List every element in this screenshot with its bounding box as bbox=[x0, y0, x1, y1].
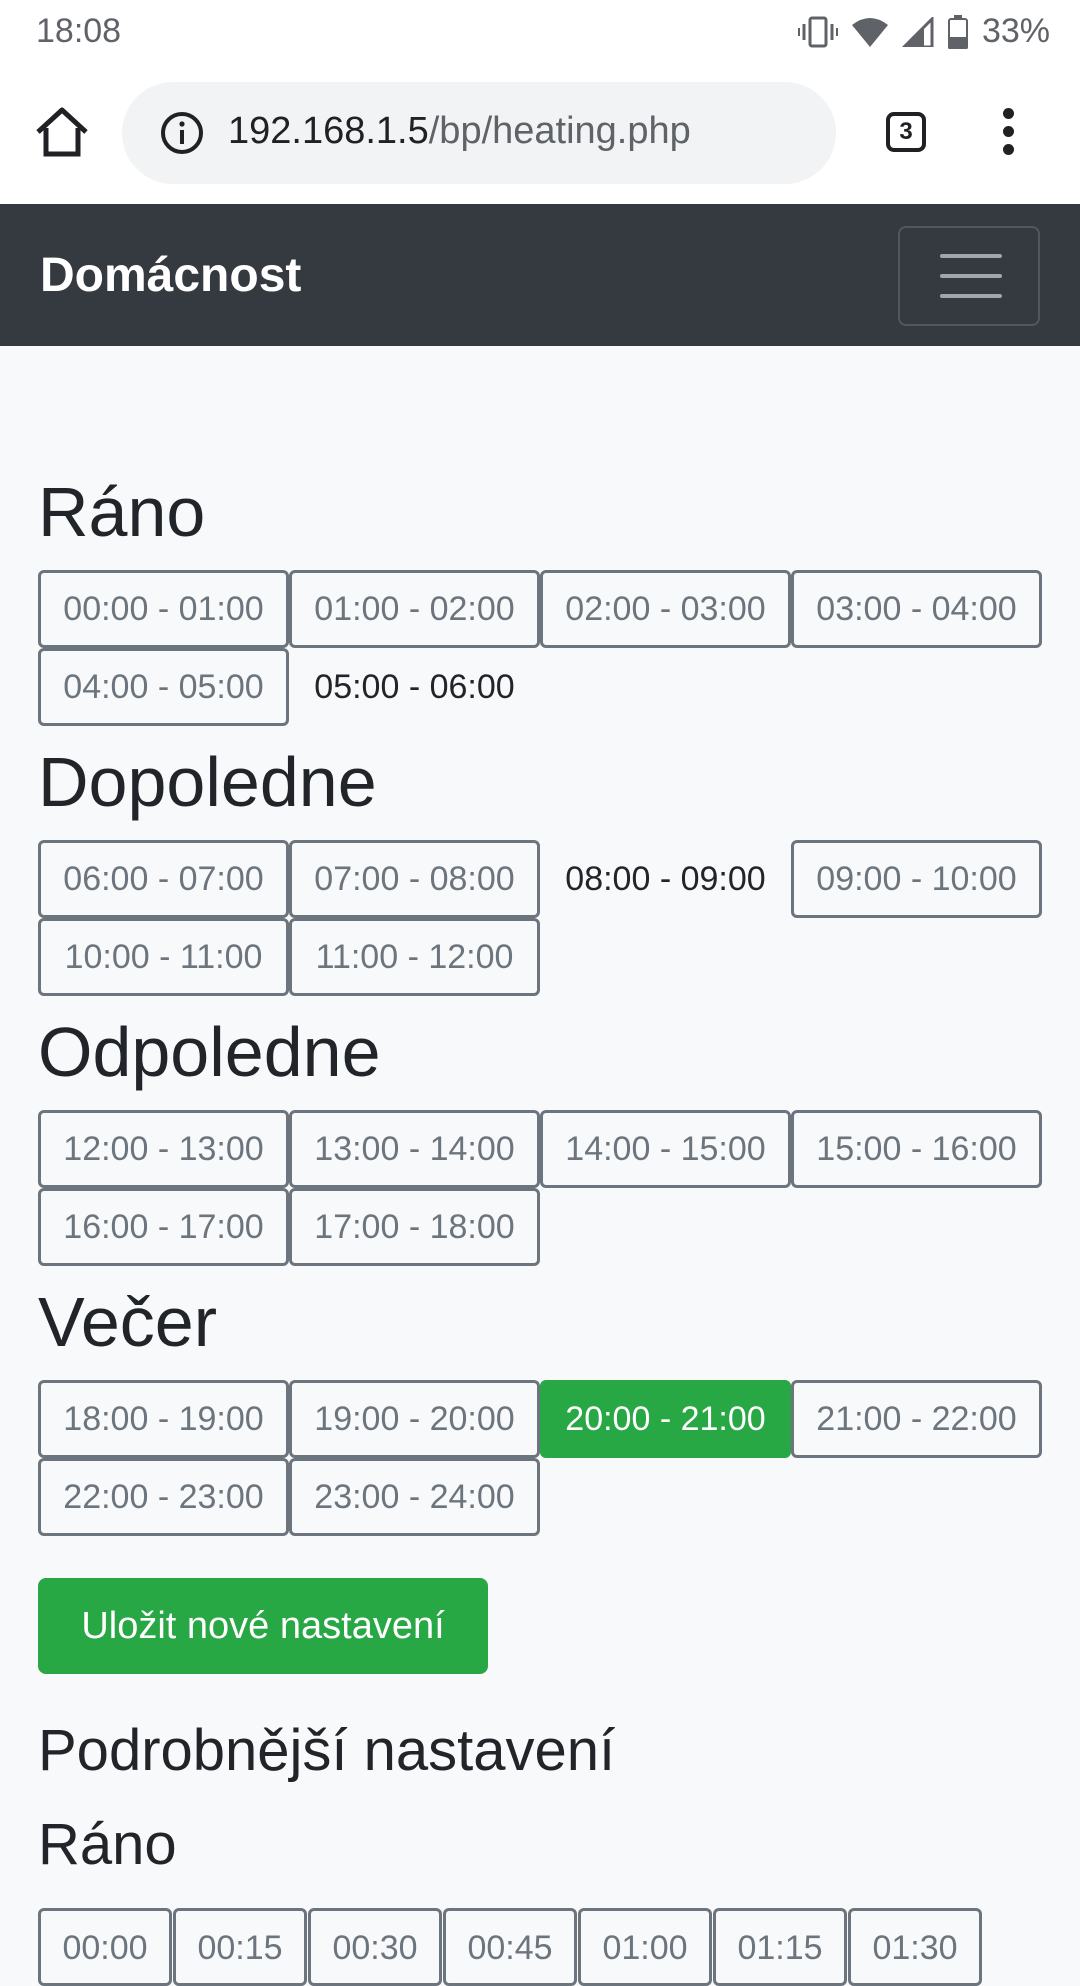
slot-group: 06:00 - 07:00 07:00 - 08:00 08:00 - 09:00 0… bbox=[38, 840, 1048, 996]
time-slot-button[interactable]: 16:00 - 17:00 bbox=[38, 1188, 289, 1266]
time-slot-button[interactable]: 00:00 - 01:00 bbox=[38, 570, 289, 648]
cell-signal-icon bbox=[901, 16, 934, 47]
time-slot-button[interactable]: 04:00 - 05:00 bbox=[38, 648, 289, 726]
time-slot-button[interactable]: 06:00 - 07:00 bbox=[38, 840, 289, 918]
section-title: Večer bbox=[38, 1283, 217, 1361]
url-path: /bp/heating.php bbox=[428, 110, 691, 152]
time-slot-button[interactable]: 18:00 - 19:00 bbox=[38, 1380, 289, 1458]
time-slot-button[interactable]: 12:00 - 13:00 bbox=[38, 1110, 289, 1188]
time-slot-button[interactable]: 01:00 - 02:00 bbox=[289, 570, 540, 648]
slot-group: 00:00 - 01:00 01:00 - 02:00 02:00 - 03:00 0… bbox=[38, 570, 1048, 726]
address-bar[interactable]: 192.168.1.5/bp/heating.php bbox=[122, 82, 836, 184]
time-slot-button[interactable]: 23:00 - 24:00 bbox=[289, 1458, 540, 1536]
time-slot-button[interactable]: 21:00 - 22:00 bbox=[791, 1380, 1042, 1458]
navbar: Domácnost bbox=[0, 204, 1080, 346]
more-menu-icon[interactable] bbox=[996, 108, 1020, 156]
browser-toolbar: 192.168.1.5/bp/heating.php 3 bbox=[0, 64, 1080, 204]
time-sections: Ráno 00:00 - 01:00 01:00 - 02:00 02:00 - 03… bbox=[38, 470, 1048, 1536]
section-title: Dopoledne bbox=[38, 743, 377, 821]
time-slot-button[interactable]: 13:00 - 14:00 bbox=[289, 1110, 540, 1188]
slot-group: 18:00 - 19:00 19:00 - 20:00 20:00 - 21:00 2… bbox=[38, 1380, 1048, 1536]
status-time: 18:08 bbox=[36, 12, 122, 50]
time-slot-button[interactable]: 15:00 - 16:00 bbox=[791, 1110, 1042, 1188]
status-icons: 33% bbox=[797, 12, 1050, 51]
info-icon[interactable] bbox=[160, 111, 204, 155]
battery-icon bbox=[947, 14, 968, 49]
tab-switcher-button[interactable]: 3 bbox=[886, 112, 926, 152]
detail-settings-title: Podrobnější nastavení bbox=[38, 1718, 616, 1783]
time-slot-button[interactable]: 22:00 - 23:00 bbox=[38, 1458, 289, 1536]
time-slot-button[interactable]: 05:00 - 06:00 bbox=[289, 648, 540, 726]
navbar-toggler-button[interactable] bbox=[898, 226, 1040, 326]
battery-percent: 33% bbox=[981, 12, 1050, 50]
home-icon[interactable] bbox=[34, 104, 90, 160]
navbar-brand[interactable]: Domácnost bbox=[40, 248, 301, 303]
section-title: Ráno bbox=[38, 473, 206, 551]
time-slot-button[interactable]: 10:00 - 11:00 bbox=[38, 918, 289, 996]
slot-group: 12:00 - 13:00 13:00 - 14:00 14:00 - 15:00 1… bbox=[38, 1110, 1048, 1266]
status-bar: 18:08 33% bbox=[0, 0, 1080, 64]
time-slot-button[interactable]: 09:00 - 10:00 bbox=[791, 840, 1042, 918]
time-slot-button[interactable]: 11:00 - 12:00 bbox=[289, 918, 540, 996]
time-slot-button[interactable]: 19:00 - 20:00 bbox=[289, 1380, 540, 1458]
wifi-icon bbox=[851, 17, 888, 47]
time-slot-button[interactable]: 02:00 - 03:00 bbox=[540, 570, 791, 648]
url-text[interactable]: 192.168.1.5/bp/heating.php bbox=[228, 110, 691, 153]
time-slot-button[interactable]: 08:00 - 09:00 bbox=[540, 840, 791, 918]
save-settings-button[interactable]: Uložit nové nastavení bbox=[38, 1578, 488, 1674]
vibrate-icon bbox=[797, 16, 838, 47]
time-slot-button[interactable]: 07:00 - 08:00 bbox=[289, 840, 540, 918]
detail-section-title: Ráno bbox=[38, 1812, 177, 1877]
time-slot-button[interactable]: 03:00 - 04:00 bbox=[791, 570, 1042, 648]
section-title: Odpoledne bbox=[38, 1013, 381, 1091]
time-slot-button[interactable]: 14:00 - 15:00 bbox=[540, 1110, 791, 1188]
main-content: Ráno 00:00 - 01:00 01:00 - 02:00 02:00 - 03… bbox=[38, 470, 1048, 1986]
url-host: 192.168.1.5 bbox=[228, 110, 429, 152]
time-slot-button[interactable]: 20:00 - 21:00 bbox=[540, 1380, 791, 1458]
time-slot-button[interactable]: 17:00 - 18:00 bbox=[289, 1188, 540, 1266]
